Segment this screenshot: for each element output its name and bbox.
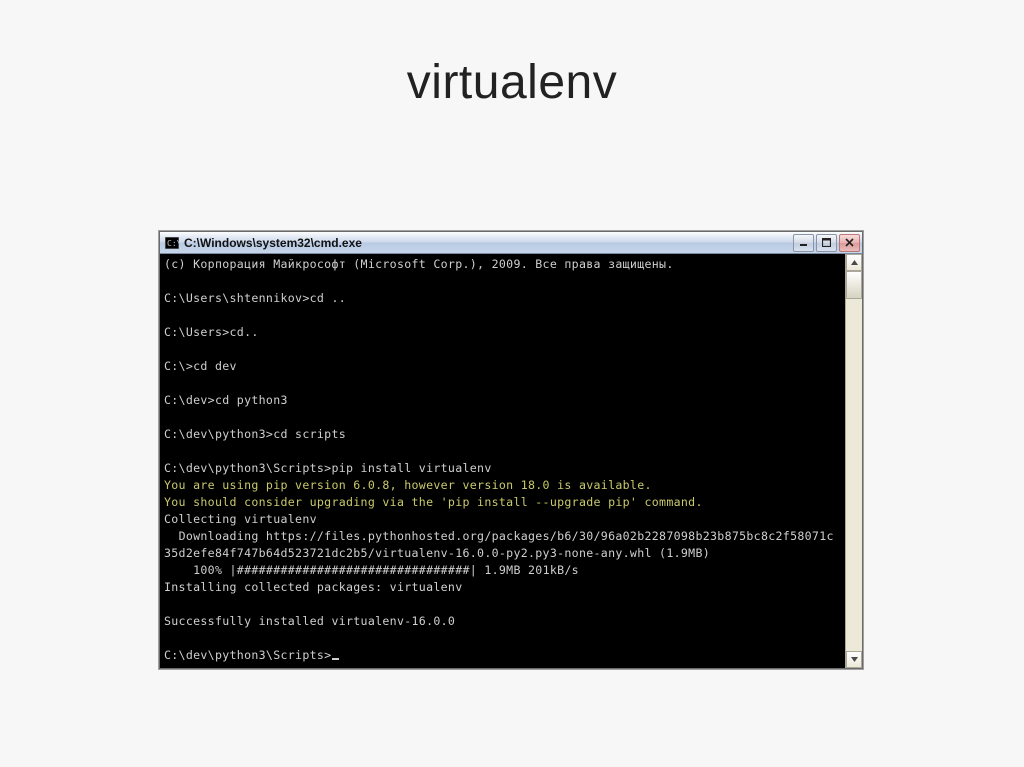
- pip-warning-line: You are using pip version 6.0.8, however…: [164, 478, 652, 492]
- scroll-thumb[interactable]: [846, 271, 862, 299]
- terminal-output[interactable]: (c) Корпорация Майкрософт (Microsoft Cor…: [160, 254, 845, 668]
- cmd-icon: C:\: [164, 235, 180, 251]
- window-control-buttons: [793, 232, 862, 253]
- maximize-button[interactable]: [816, 234, 837, 252]
- close-button[interactable]: [839, 234, 860, 252]
- terminal-area: (c) Корпорация Майкрософт (Microsoft Cor…: [160, 254, 862, 668]
- slide: virtualenv C:\ C:\Windows\system32\cmd.e…: [0, 0, 1024, 767]
- prompt-line: C:\Users>cd..: [164, 325, 259, 339]
- minimize-button[interactable]: [793, 234, 814, 252]
- scroll-up-button[interactable]: [846, 254, 862, 271]
- progress-line: 100% |################################| …: [164, 563, 579, 577]
- window-title: C:\Windows\system32\cmd.exe: [184, 236, 362, 250]
- titlebar[interactable]: C:\ C:\Windows\system32\cmd.exe: [160, 232, 862, 254]
- cmd-window: C:\ C:\Windows\system32\cmd.exe (c) Корп…: [159, 231, 863, 669]
- downloading-line: Downloading https://files.pythonhosted.o…: [164, 529, 834, 560]
- installing-line: Installing collected packages: virtualen…: [164, 580, 462, 594]
- prompt-line: C:\Users\shtennikov>cd ..: [164, 291, 346, 305]
- prompt-line: C:\dev\python3>cd scripts: [164, 427, 346, 441]
- vertical-scrollbar[interactable]: [845, 254, 862, 668]
- prompt-line: C:\dev\python3\Scripts>pip install virtu…: [164, 461, 492, 475]
- slide-title: virtualenv: [0, 0, 1024, 110]
- success-line: Successfully installed virtualenv-16.0.0: [164, 614, 455, 628]
- scroll-down-button[interactable]: [846, 651, 862, 668]
- scroll-track[interactable]: [846, 271, 862, 651]
- svg-text:C:\: C:\: [167, 239, 179, 248]
- copyright-line: (c) Корпорация Майкрософт (Microsoft Cor…: [164, 257, 674, 271]
- prompt-line: C:\dev>cd python3: [164, 393, 288, 407]
- cursor: [332, 658, 339, 660]
- collecting-line: Collecting virtualenv: [164, 512, 317, 526]
- prompt-line: C:\>cd dev: [164, 359, 237, 373]
- pip-warning-line: You should consider upgrading via the 'p…: [164, 495, 703, 509]
- final-prompt: C:\dev\python3\Scripts>: [164, 648, 331, 662]
